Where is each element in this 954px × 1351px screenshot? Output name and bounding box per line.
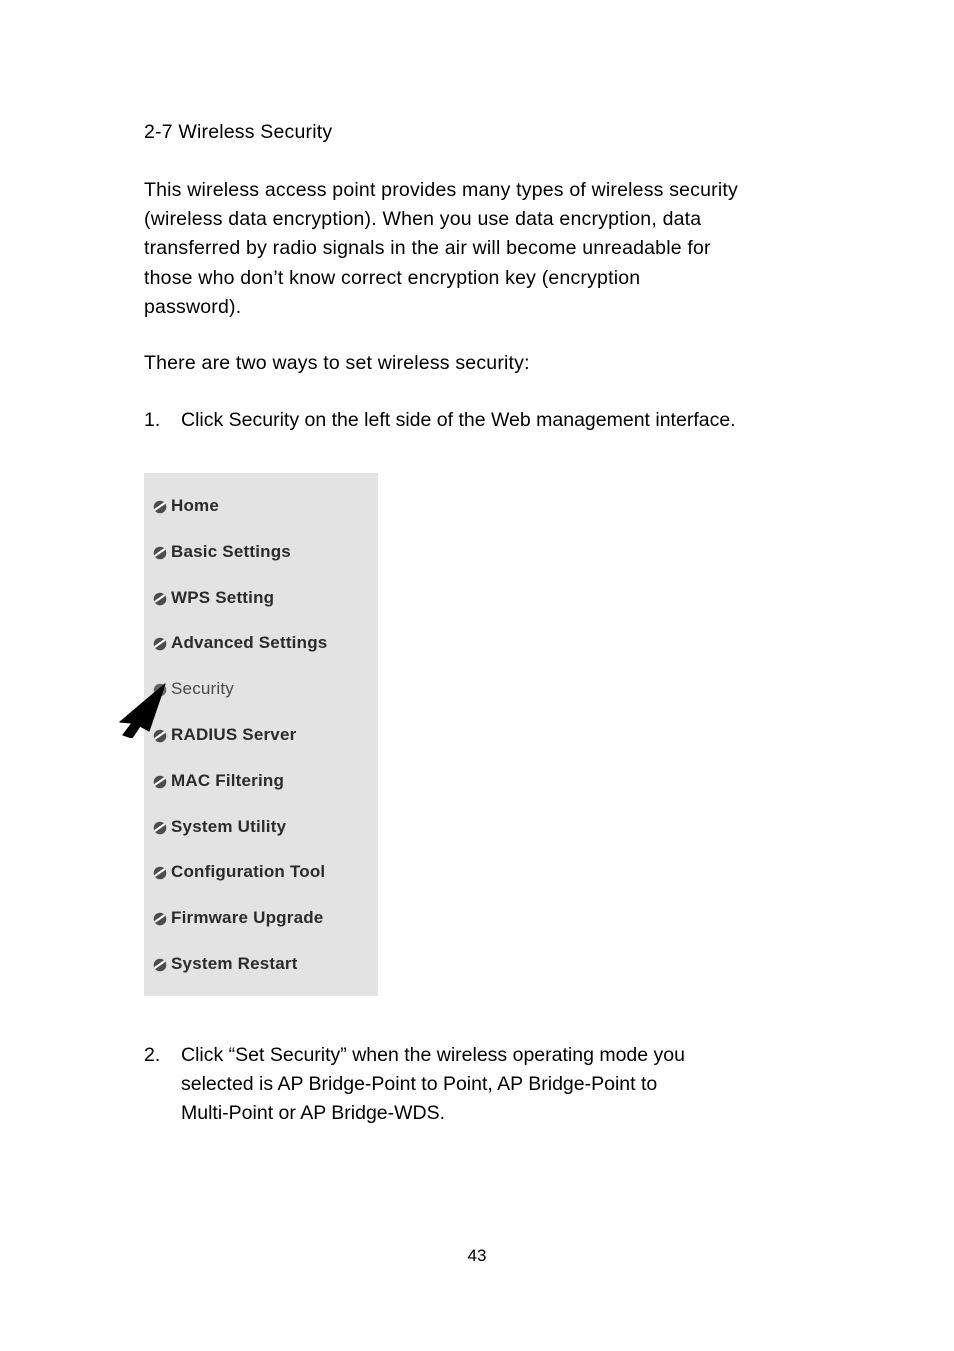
menu-item-radius-server[interactable]: RADIUS Server [153, 722, 296, 748]
menu-item-label: System Restart [171, 954, 298, 973]
slashed-circle-icon [153, 546, 167, 560]
menu-item-label: RADIUS Server [171, 725, 297, 744]
slashed-circle-icon [153, 729, 167, 743]
list-item-text: Click Security on the left side of the W… [181, 409, 736, 431]
menu-item-label: System Utility [171, 816, 287, 836]
menu-item-label: Configuration Tool [171, 862, 326, 882]
page-title: 2-7 Wireless Security [144, 121, 333, 143]
slashed-circle-icon [153, 958, 167, 972]
page-number: 43 [467, 1246, 487, 1265]
menu-item-label: Firmware Upgrade [171, 908, 324, 928]
web-management-menu-panel: Home Basic Settings WPS Setting Advanced Se… [144, 473, 378, 996]
slashed-circle-icon [153, 775, 167, 789]
intro-paragraph: This wireless access point provides many… [144, 179, 738, 318]
menu-item-basic-settings[interactable]: Basic Settings [153, 539, 291, 565]
menu-item-label: Home [171, 496, 220, 515]
list-item: 2. Click “Set Security” when the wireles… [144, 1041, 685, 1129]
menu-item-label: Advanced Settings [171, 633, 328, 653]
slashed-circle-icon [153, 912, 167, 926]
list-item-number: 1. [144, 409, 161, 431]
menu-item-label: Basic Settings [171, 541, 291, 561]
menu-item-firmware-upgrade[interactable]: Firmware Upgrade [153, 905, 323, 931]
menu-item-security[interactable]: Security [153, 676, 234, 702]
list-item-number: 2. [144, 1044, 161, 1066]
menu-item-configuration-tool[interactable]: Configuration Tool [153, 859, 325, 885]
slashed-circle-icon [153, 638, 167, 651]
ways-intro-line: There are two ways to set wireless secur… [144, 352, 530, 374]
manual-page: 2-7 Wireless Security This wireless acce… [0, 0, 954, 1351]
menu-item-home[interactable]: Home [153, 493, 219, 519]
menu-item-wps-setting[interactable]: WPS Setting [153, 585, 274, 611]
slashed-circle-icon [153, 867, 167, 880]
slashed-circle-icon [153, 683, 167, 697]
menu-item-label: Security [171, 679, 235, 699]
menu-item-system-restart[interactable]: System Restart [153, 951, 298, 977]
menu-item-system-utility[interactable]: System Utility [153, 814, 286, 840]
slashed-circle-icon [153, 821, 167, 834]
slashed-circle-icon [153, 500, 167, 514]
menu-item-advanced-settings[interactable]: Advanced Settings [153, 630, 327, 656]
menu-item-label: MAC Filtering [171, 770, 285, 790]
slashed-circle-icon [153, 592, 167, 605]
list-item-text: Click “Set Security” when the wireless o… [181, 1044, 685, 1125]
menu-item-label: WPS Setting [171, 587, 275, 607]
list-item: 1. Click Security on the left side of th… [144, 406, 736, 435]
menu-item-mac-filtering[interactable]: MAC Filtering [153, 768, 284, 794]
